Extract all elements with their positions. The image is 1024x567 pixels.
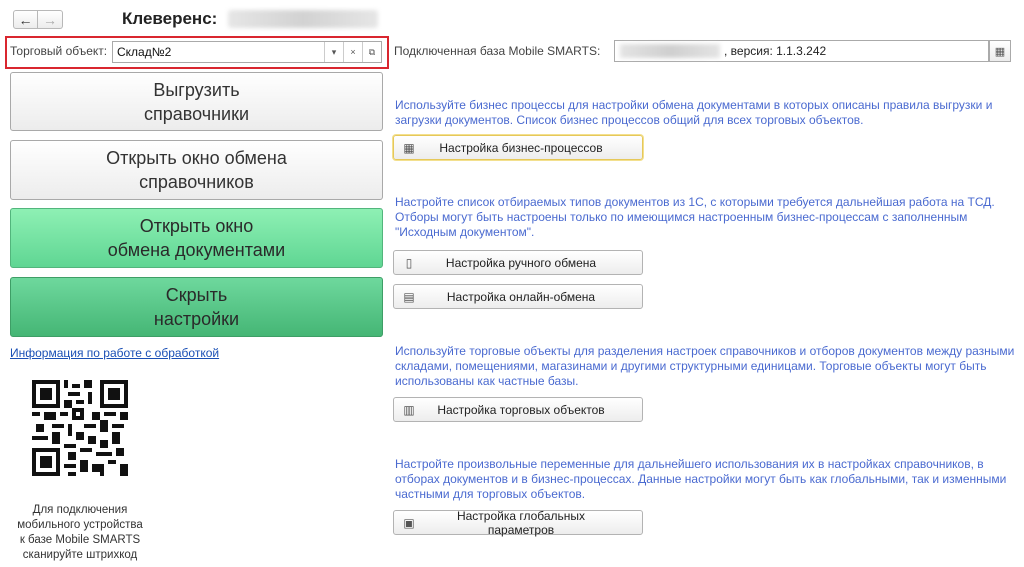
trade-object-label: Торговый объект: — [10, 44, 108, 58]
export-catalogs-button[interactable]: Выгрузить справочники — [10, 72, 383, 131]
qr-caption-line: сканируйте штрихкод — [22, 549, 138, 561]
database-label: Подключенная база Mobile SMARTS: — [394, 44, 601, 58]
online-exchange-settings-label: Настройка онлайн-обмена — [446, 289, 596, 304]
back-button[interactable]: ← — [13, 10, 38, 29]
hide-settings-line1: Скрыть — [165, 285, 228, 305]
blurred-company-name — [228, 10, 378, 28]
document-types-description: Настройте список отбираемых типов докуме… — [395, 195, 995, 239]
open-catalog-exchange-button[interactable]: Открыть окно обмена справочников — [10, 140, 383, 200]
qr-caption-line: к базе Mobile SMARTS — [19, 534, 141, 546]
list-icon: ▥ — [403, 402, 415, 417]
dropdown-icon[interactable]: ▾ — [324, 42, 343, 62]
global-params-description: Настройте произвольные переменные для да… — [395, 457, 1007, 501]
open-catalog-exchange-line2: справочников — [139, 172, 254, 192]
table-icon: ▦ — [403, 140, 415, 155]
export-catalogs-line2: справочники — [143, 103, 250, 124]
forward-button[interactable]: → — [38, 10, 63, 29]
manual-exchange-settings-label: Настройка ручного обмена — [445, 255, 597, 270]
arrow-right-icon: → — [43, 11, 57, 28]
qr-caption: Для подключения мобильного устройства к … — [0, 503, 160, 563]
trade-object-value[interactable]: Склад№2 — [113, 45, 324, 59]
open-document-exchange-button[interactable]: Открыть окно обмена документами — [10, 208, 383, 268]
open-catalog-exchange-line1: Открыть окно обмена — [106, 148, 287, 168]
hide-settings-button[interactable]: Скрыть настройки — [10, 277, 383, 337]
page-title: Клеверенс: — [122, 9, 218, 28]
global-params-settings-label: Настройка глобальных параметров — [456, 508, 586, 537]
database-select-icon[interactable]: ▦ — [989, 40, 1011, 62]
qr-caption-line: мобильного устройства — [17, 519, 143, 531]
blurred-database-name — [620, 44, 720, 58]
params-icon: ▣ — [403, 515, 415, 530]
open-icon[interactable]: ⧉ — [362, 42, 381, 62]
trade-objects-settings-label: Настройка торговых объектов — [437, 402, 605, 417]
manual-exchange-settings-button[interactable]: ▯ Настройка ручного обмена — [393, 250, 643, 275]
business-process-settings-button[interactable]: ▦ Настройка бизнес-процессов — [393, 135, 643, 160]
arrow-left-icon: ← — [18, 11, 33, 28]
open-document-exchange-line1: Открыть окно — [139, 216, 254, 236]
trade-objects-description: Используйте торговые объекты для разделе… — [395, 344, 1015, 388]
online-doc-icon: ▤ — [403, 289, 415, 304]
business-process-settings-label: Настройка бизнес-процессов — [439, 140, 603, 155]
online-exchange-settings-button[interactable]: ▤ Настройка онлайн-обмена — [393, 284, 643, 309]
info-link[interactable]: Информация по работе с обработкой — [10, 346, 219, 360]
open-document-exchange-line2: обмена документами — [107, 240, 286, 260]
global-params-settings-button[interactable]: ▣ Настройка глобальных параметров — [393, 508, 643, 537]
document-icon: ▯ — [405, 255, 413, 270]
clear-icon[interactable]: × — [343, 42, 362, 62]
trade-objects-settings-button[interactable]: ▥ Настройка торговых объектов — [393, 397, 643, 422]
export-catalogs-line1: Выгрузить — [153, 79, 240, 100]
business-process-description: Используйте бизнес процессы для настройк… — [395, 98, 993, 127]
qr-code-image — [32, 380, 128, 476]
hide-settings-line2: настройки — [153, 309, 240, 329]
trade-object-field[interactable]: Склад№2 ▾ × ⧉ — [112, 41, 382, 63]
database-version: , версия: 1.1.3.242 — [724, 44, 827, 58]
qr-caption-line: Для подключения — [32, 504, 128, 516]
